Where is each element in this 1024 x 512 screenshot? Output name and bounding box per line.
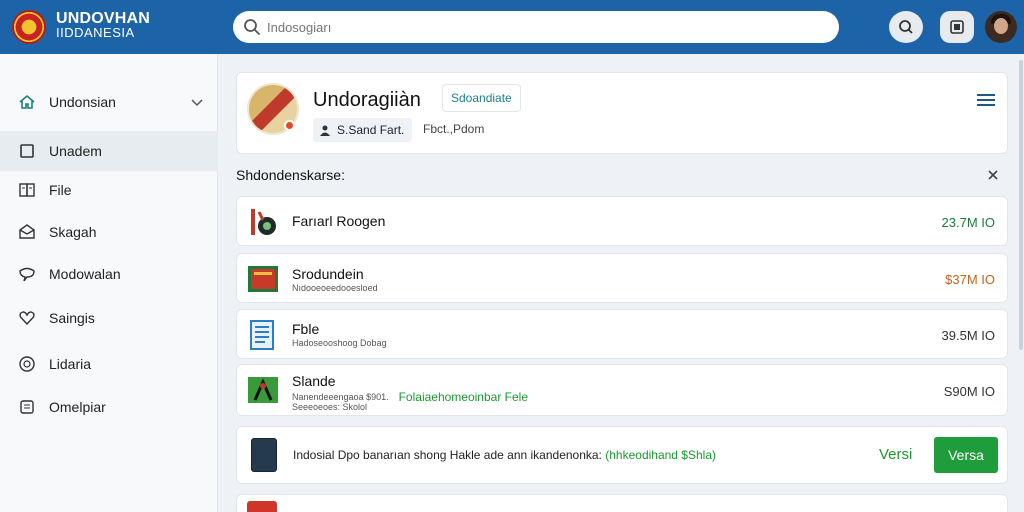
top-bar: UNDOVHAN IIDDANESIA <box>0 0 1024 54</box>
sidebar-item-modowalan[interactable]: Modowalan <box>0 254 218 294</box>
sidebar-item-label: Modowalan <box>49 266 121 282</box>
square-icon <box>20 144 34 158</box>
notice-card: Indosial Dpo banarıan shong Hakle ade an… <box>236 426 1008 484</box>
sidebar-item-file[interactable]: File <box>0 170 218 210</box>
profile-name: Undoragiiàn <box>313 89 421 111</box>
partial-file-icon <box>247 501 277 512</box>
file-row[interactable]: Slande Nanendeeengaoa $901. Folaiaehomeo… <box>236 364 1008 416</box>
status-dot-icon <box>284 120 295 131</box>
file-name: Srodundein <box>292 266 364 282</box>
file-name: Slande <box>292 373 336 389</box>
window-icon <box>950 20 964 34</box>
profile-card: Undoragiiàn Sdoandiate S.Sand Fart. Fbct… <box>236 72 1008 154</box>
sidebar-item-label: Lidaria <box>49 356 92 372</box>
sidebar-item-skagah[interactable]: Skagah <box>0 212 218 252</box>
search-icon <box>244 19 260 35</box>
image-icon <box>248 377 278 403</box>
search-bar[interactable] <box>233 11 839 43</box>
sidebar-item-unadem[interactable]: Unadem <box>0 131 218 171</box>
file-subtitle: Nıdooeoeedooesloed <box>292 283 378 293</box>
file-row[interactable]: Farıarl Roogen 23.7M IO <box>236 196 1008 246</box>
file-size: 39.5M IO <box>941 328 995 343</box>
file-size: 23.7M IO <box>941 215 995 230</box>
notice-message: Indosial Dpo banarıan shong Hakle ade an… <box>293 448 602 462</box>
device-icon <box>251 438 277 472</box>
home-icon <box>19 94 35 109</box>
file-subtitle: Hadoseooshoog Dobag <box>292 338 387 348</box>
sidebar-item-omelpiar[interactable]: Omelpiar <box>0 387 218 427</box>
logo-emblem-icon <box>12 10 46 44</box>
doc-icon <box>20 400 34 414</box>
file-row[interactable] <box>236 494 1008 512</box>
notice-text: Indosial Dpo banarıan shong Hakle ade an… <box>293 448 716 462</box>
sidebar-item-label: Unadem <box>49 143 102 159</box>
document-icon <box>250 320 274 350</box>
brand-line-1: UNDOVHAN <box>56 10 151 27</box>
clock-icon <box>19 356 35 372</box>
profile-avatar[interactable] <box>247 83 299 135</box>
apps-button[interactable] <box>940 11 974 43</box>
search-circle-icon <box>899 20 913 34</box>
file-name: Fble <box>292 321 320 337</box>
notification-button[interactable] <box>889 11 923 43</box>
sidebar-item-saingis[interactable]: Saingis <box>0 298 218 338</box>
sidebar-item-label: Undonsian <box>49 94 116 110</box>
versi-link[interactable]: Versi <box>879 446 912 463</box>
sidebar-item-label: Skagah <box>49 224 97 240</box>
sidebar-item-label: Saingis <box>49 310 95 326</box>
chevron-down-icon[interactable] <box>190 95 204 109</box>
heart-icon <box>19 311 35 326</box>
profile-subtitle: Fbct.,Pdom <box>423 122 485 136</box>
scrollbar[interactable] <box>1019 60 1023 350</box>
profile-tag[interactable]: S.Sand Fart. <box>313 118 413 142</box>
file-link[interactable]: Folaiaehomeoinbar Fele <box>399 390 528 404</box>
sidebar-item-label: Omelpiar <box>49 399 106 415</box>
file-size: S90M IO <box>943 384 995 399</box>
section-title: Shdondenskarse: <box>236 167 345 183</box>
file-subtitle-2: Seeeoeoes: Skolol <box>292 402 368 412</box>
close-icon[interactable] <box>986 168 1000 182</box>
file-image-icon <box>251 209 276 235</box>
versa-button[interactable]: Versa <box>934 437 998 473</box>
spreadsheet-icon <box>248 266 278 292</box>
sidebar-item-undonsian[interactable]: Undonsian <box>0 82 218 122</box>
notice-highlight: (hhkeodihand $Shla) <box>605 448 716 462</box>
file-name: Farıarl Roogen <box>292 213 386 229</box>
profile-tag-label: S.Sand Fart. <box>337 123 405 137</box>
sidebar: Undonsian Unadem File Skagah Modowalan S… <box>0 54 218 512</box>
file-row[interactable]: Srodundein Nıdooeoeedooesloed $37M IO <box>236 253 1008 303</box>
search-input[interactable] <box>267 11 827 43</box>
chat-icon <box>19 267 35 282</box>
mail-icon <box>19 224 35 239</box>
user-avatar[interactable] <box>985 11 1017 43</box>
files-icon <box>19 183 35 197</box>
brand: UNDOVHAN IIDDANESIA <box>56 10 151 40</box>
file-row[interactable]: Fble Hadoseooshoog Dobag 39.5M IO <box>236 309 1008 359</box>
sidebar-item-label: File <box>49 182 72 198</box>
menu-icon[interactable] <box>977 93 995 107</box>
profile-chip[interactable]: Sdoandiate <box>442 84 521 112</box>
avatar-face <box>994 18 1008 34</box>
brand-line-2: IIDDANESIA <box>56 25 135 40</box>
sidebar-item-lidaria[interactable]: Lidaria <box>0 344 218 384</box>
user-icon <box>320 125 330 136</box>
file-size: $37M IO <box>945 272 995 287</box>
file-subtitle: Nanendeeengaoa $901. <box>292 392 389 402</box>
